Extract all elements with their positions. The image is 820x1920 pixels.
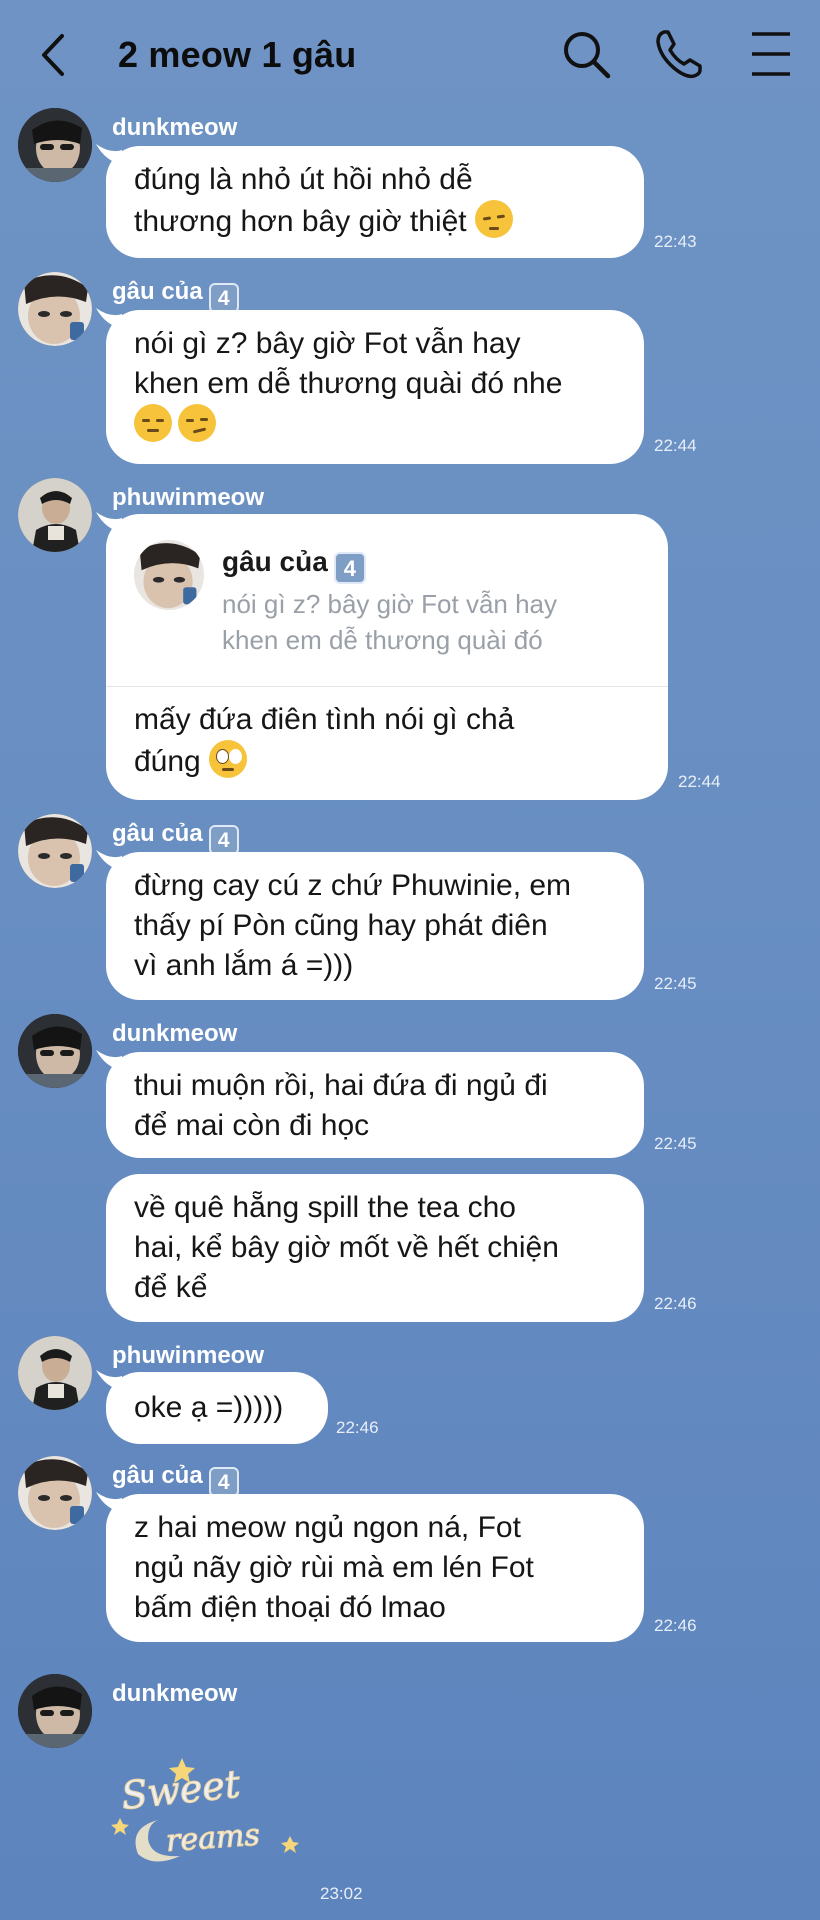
message-time: 22:46 (336, 1418, 379, 1437)
smirking-face-emoji (178, 404, 216, 442)
message-text: nói gì z? bây giờ Fot vẫn hay (134, 327, 521, 360)
message-text: về quê hẵng spill the tea cho (134, 1191, 516, 1224)
message-bubble[interactable]: oke ạ =))))) (106, 1372, 328, 1444)
message-text: thấy pí Pòn cũng hay phát điên (134, 909, 548, 942)
message-text: z hai meow ngủ ngon ná, Fot (134, 1511, 521, 1544)
avatar-dunkmeow[interactable] (18, 1014, 92, 1088)
relieved-face-emoji (134, 404, 172, 442)
message-bubble[interactable]: z hai meow ngủ ngon ná, Fot ngủ nãy giờ … (106, 1494, 644, 1642)
message-bubble[interactable]: thui muộn rồi, hai đứa đi ngủ đi để mai … (106, 1052, 644, 1158)
avatar-gau-cua[interactable] (18, 814, 92, 888)
sender-name: gâu của 4 (112, 1462, 239, 1497)
message-text: khen em dễ thương quài đó nhe (134, 367, 563, 400)
sender-name: dunkmeow (112, 1680, 238, 1707)
sweet-dreams-sticker[interactable]: Sweet reams (110, 1758, 310, 1868)
message-time: 23:02 (320, 1884, 363, 1903)
back-arrow-icon[interactable] (36, 30, 70, 80)
message-time: 22:46 (654, 1294, 697, 1313)
message-time: 22:43 (654, 232, 697, 251)
avatar-gau-cua[interactable] (18, 272, 92, 346)
message-text: đúng là nhỏ út hồi nhỏ dễ (134, 163, 473, 196)
message-bubble[interactable]: đừng cay cú z chứ Phuwinie, em thấy pí P… (106, 852, 644, 1000)
sender-name: phuwinmeow (112, 484, 264, 511)
message-text: bấm điện thoại đó lmao (134, 1591, 446, 1624)
message-text: thương hơn bây giờ thiệt (134, 200, 616, 242)
sender-name: dunkmeow (112, 114, 238, 141)
sender-name: gâu của 4 (112, 820, 239, 855)
keycap-4-badge: 4 (208, 1467, 239, 1497)
keycap-4-badge: 4 (208, 283, 239, 313)
reply-avatar (134, 540, 204, 610)
sender-name: dunkmeow (112, 1020, 238, 1047)
svg-text:reams: reams (165, 1818, 261, 1859)
message-time: 22:44 (678, 772, 721, 791)
message-time: 22:46 (654, 1616, 697, 1635)
message-bubble[interactable]: nói gì z? bây giờ Fot vẫn hay khen em dễ… (106, 310, 644, 464)
sender-name: gâu của 4 (112, 278, 239, 313)
message-bubble[interactable]: về quê hẵng spill the tea cho hai, kể bâ… (106, 1174, 644, 1322)
message-text: mấy đứa điên tình nói gì chả đúng (134, 703, 515, 778)
chat-title: 2 meow 1 gâu (118, 34, 357, 75)
chat-header: 2 meow 1 gâu (0, 0, 820, 110)
phone-icon[interactable] (650, 26, 706, 82)
message-time: 22:45 (654, 974, 697, 993)
sender-name: phuwinmeow (112, 1342, 264, 1369)
reply-quote: nói gì z? bây giờ Fot vẫn hay khen em dễ… (222, 589, 558, 655)
avatar-dunkmeow[interactable] (18, 108, 92, 182)
keycap-4-badge: 4 (208, 825, 239, 855)
avatar-phuwinmeow[interactable] (18, 1336, 92, 1410)
message-bubble[interactable]: đúng là nhỏ út hồi nhỏ dễ thương hơn bây… (106, 146, 644, 258)
reply-message-bubble[interactable]: gâu của 4 nói gì z? bây giờ Fot vẫn hay k… (106, 514, 668, 800)
reply-divider (106, 686, 668, 687)
menu-icon[interactable] (744, 26, 800, 82)
message-time: 22:44 (654, 436, 697, 455)
avatar-phuwinmeow[interactable] (18, 478, 92, 552)
keycap-4-badge: 4 (333, 552, 366, 584)
message-text: ngủ nãy giờ rùi mà em lén Fot (134, 1551, 534, 1584)
message-text: để kể (134, 1271, 208, 1304)
rolling-eyes-emoji (209, 740, 248, 778)
message-text: oke ạ =))))) (134, 1391, 284, 1424)
reply-sender-name: gâu của 4 (222, 546, 366, 584)
message-text: đừng cay cú z chứ Phuwinie, em (134, 869, 572, 902)
search-icon[interactable] (558, 26, 614, 82)
message-text: vì anh lắm á =))) (134, 949, 354, 982)
avatar-dunkmeow[interactable] (18, 1674, 92, 1748)
pensive-face-emoji (474, 200, 513, 238)
message-text: hai, kể bây giờ mốt về hết chiện (134, 1231, 559, 1264)
message-text: thui muộn rồi, hai đứa đi ngủ đi (134, 1069, 548, 1102)
message-time: 22:45 (654, 1134, 697, 1153)
avatar-gau-cua[interactable] (18, 1456, 92, 1530)
message-text: để mai còn đi học (134, 1109, 370, 1142)
